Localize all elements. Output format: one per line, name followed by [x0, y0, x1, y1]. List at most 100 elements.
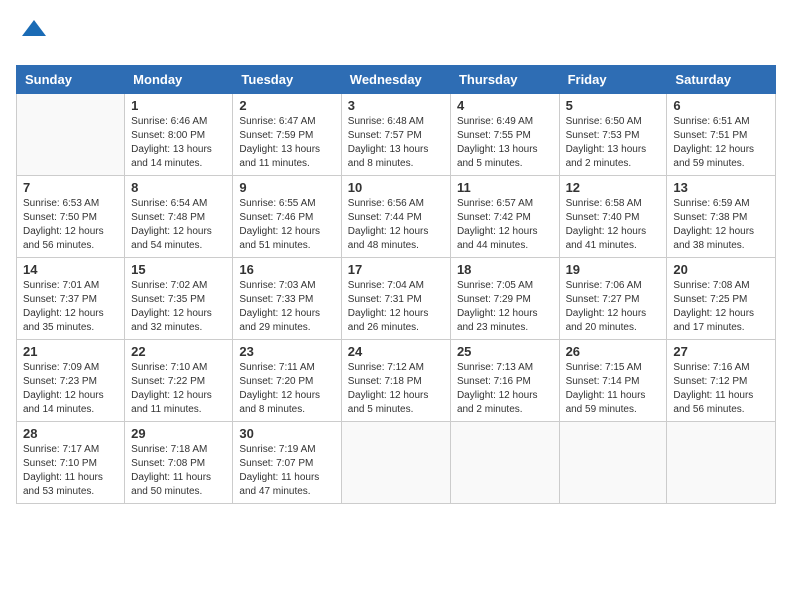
logo — [16, 16, 50, 53]
day-number: 7 — [23, 180, 118, 195]
calendar-cell: 5 Sunrise: 6:50 AM Sunset: 7:53 PM Daylig… — [559, 94, 667, 176]
day-info: Sunrise: 6:49 AM Sunset: 7:55 PM Dayligh… — [457, 115, 553, 171]
day-info: Sunrise: 7:17 AM Sunset: 7:10 PM Dayligh… — [23, 443, 118, 499]
calendar-cell: 6 Sunrise: 6:51 AM Sunset: 7:51 PM Daylig… — [667, 94, 776, 176]
day-number: 22 — [131, 344, 226, 359]
day-number: 2 — [239, 98, 334, 113]
calendar-cell — [667, 422, 776, 504]
calendar-cell: 16 Sunrise: 7:03 AM Sunset: 7:33 PM Dayli… — [233, 258, 341, 340]
day-number: 29 — [131, 426, 226, 441]
day-number: 15 — [131, 262, 226, 277]
day-number: 4 — [457, 98, 553, 113]
header-sunday: Sunday — [17, 66, 125, 94]
calendar-week-row: 28 Sunrise: 7:17 AM Sunset: 7:10 PM Dayli… — [17, 422, 776, 504]
day-info: Sunrise: 7:09 AM Sunset: 7:23 PM Dayligh… — [23, 361, 118, 417]
calendar-cell: 9 Sunrise: 6:55 AM Sunset: 7:46 PM Daylig… — [233, 176, 341, 258]
calendar-cell: 1 Sunrise: 6:46 AM Sunset: 8:00 PM Daylig… — [125, 94, 233, 176]
day-number: 27 — [673, 344, 769, 359]
calendar-cell: 29 Sunrise: 7:18 AM Sunset: 7:08 PM Dayli… — [125, 422, 233, 504]
calendar-table: SundayMondayTuesdayWednesdayThursdayFrid… — [16, 65, 776, 504]
day-info: Sunrise: 6:55 AM Sunset: 7:46 PM Dayligh… — [239, 197, 334, 253]
calendar-cell: 15 Sunrise: 7:02 AM Sunset: 7:35 PM Dayli… — [125, 258, 233, 340]
day-number: 25 — [457, 344, 553, 359]
day-number: 10 — [348, 180, 444, 195]
calendar-cell: 27Sunrise: 7:16 AM Sunset: 7:12 PM Dayli… — [667, 340, 776, 422]
calendar-week-row: 1 Sunrise: 6:46 AM Sunset: 8:00 PM Daylig… — [17, 94, 776, 176]
calendar-cell: 30 Sunrise: 7:19 AM Sunset: 7:07 PM Dayli… — [233, 422, 341, 504]
day-info: Sunrise: 7:19 AM Sunset: 7:07 PM Dayligh… — [239, 443, 334, 499]
calendar-cell: 20 Sunrise: 7:08 AM Sunset: 7:25 PM Dayli… — [667, 258, 776, 340]
header-monday: Monday — [125, 66, 233, 94]
day-info: Sunrise: 7:02 AM Sunset: 7:35 PM Dayligh… — [131, 279, 226, 335]
day-number: 16 — [239, 262, 334, 277]
calendar-cell: 19Sunrise: 7:06 AM Sunset: 7:27 PM Dayli… — [559, 258, 667, 340]
day-info: Sunrise: 6:51 AM Sunset: 7:51 PM Dayligh… — [673, 115, 769, 171]
day-number: 8 — [131, 180, 226, 195]
day-info: Sunrise: 7:18 AM Sunset: 7:08 PM Dayligh… — [131, 443, 226, 499]
day-number: 9 — [239, 180, 334, 195]
calendar-cell: 22 Sunrise: 7:10 AM Sunset: 7:22 PM Dayli… — [125, 340, 233, 422]
day-number: 3 — [348, 98, 444, 113]
day-number: 1 — [131, 98, 226, 113]
day-info: Sunrise: 6:57 AM Sunset: 7:42 PM Dayligh… — [457, 197, 553, 253]
calendar-cell: 2Sunrise: 6:47 AM Sunset: 7:59 PM Daylig… — [233, 94, 341, 176]
day-number: 20 — [673, 262, 769, 277]
day-number: 6 — [673, 98, 769, 113]
day-number: 26 — [566, 344, 661, 359]
day-number: 24 — [348, 344, 444, 359]
calendar-cell: 23Sunrise: 7:11 AM Sunset: 7:20 PM Dayli… — [233, 340, 341, 422]
day-number: 12 — [566, 180, 661, 195]
calendar-cell: 13 Sunrise: 6:59 AM Sunset: 7:38 PM Dayli… — [667, 176, 776, 258]
day-info: Sunrise: 7:10 AM Sunset: 7:22 PM Dayligh… — [131, 361, 226, 417]
calendar-cell: 18Sunrise: 7:05 AM Sunset: 7:29 PM Dayli… — [450, 258, 559, 340]
day-info: Sunrise: 7:06 AM Sunset: 7:27 PM Dayligh… — [566, 279, 661, 335]
day-info: Sunrise: 7:08 AM Sunset: 7:25 PM Dayligh… — [673, 279, 769, 335]
header-tuesday: Tuesday — [233, 66, 341, 94]
calendar-cell: 10 Sunrise: 6:56 AM Sunset: 7:44 PM Dayli… — [341, 176, 450, 258]
calendar-cell: 28 Sunrise: 7:17 AM Sunset: 7:10 PM Dayli… — [17, 422, 125, 504]
calendar-cell: 21 Sunrise: 7:09 AM Sunset: 7:23 PM Dayli… — [17, 340, 125, 422]
day-info: Sunrise: 7:15 AM Sunset: 7:14 PM Dayligh… — [566, 361, 661, 417]
day-info: Sunrise: 6:50 AM Sunset: 7:53 PM Dayligh… — [566, 115, 661, 171]
calendar-cell — [341, 422, 450, 504]
header-wednesday: Wednesday — [341, 66, 450, 94]
day-number: 28 — [23, 426, 118, 441]
day-info: Sunrise: 7:12 AM Sunset: 7:18 PM Dayligh… — [348, 361, 444, 417]
header-saturday: Saturday — [667, 66, 776, 94]
calendar-cell: 11Sunrise: 6:57 AM Sunset: 7:42 PM Dayli… — [450, 176, 559, 258]
page-header — [16, 16, 776, 53]
day-number: 13 — [673, 180, 769, 195]
day-number: 30 — [239, 426, 334, 441]
calendar-cell — [450, 422, 559, 504]
header-thursday: Thursday — [450, 66, 559, 94]
day-number: 14 — [23, 262, 118, 277]
day-info: Sunrise: 7:03 AM Sunset: 7:33 PM Dayligh… — [239, 279, 334, 335]
day-info: Sunrise: 6:54 AM Sunset: 7:48 PM Dayligh… — [131, 197, 226, 253]
header-friday: Friday — [559, 66, 667, 94]
calendar-cell — [559, 422, 667, 504]
day-info: Sunrise: 6:48 AM Sunset: 7:57 PM Dayligh… — [348, 115, 444, 171]
calendar-cell: 25 Sunrise: 7:13 AM Sunset: 7:16 PM Dayli… — [450, 340, 559, 422]
calendar-cell: 12 Sunrise: 6:58 AM Sunset: 7:40 PM Dayli… — [559, 176, 667, 258]
day-number: 23 — [239, 344, 334, 359]
calendar-cell: 14 Sunrise: 7:01 AM Sunset: 7:37 PM Dayli… — [17, 258, 125, 340]
calendar-cell: 4 Sunrise: 6:49 AM Sunset: 7:55 PM Daylig… — [450, 94, 559, 176]
day-number: 21 — [23, 344, 118, 359]
calendar-cell — [17, 94, 125, 176]
day-info: Sunrise: 7:13 AM Sunset: 7:16 PM Dayligh… — [457, 361, 553, 417]
calendar-week-row: 14 Sunrise: 7:01 AM Sunset: 7:37 PM Dayli… — [17, 258, 776, 340]
day-number: 5 — [566, 98, 661, 113]
calendar-cell: 8 Sunrise: 6:54 AM Sunset: 7:48 PM Daylig… — [125, 176, 233, 258]
calendar-week-row: 7 Sunrise: 6:53 AM Sunset: 7:50 PM Daylig… — [17, 176, 776, 258]
day-info: Sunrise: 6:46 AM Sunset: 8:00 PM Dayligh… — [131, 115, 226, 171]
day-number: 17 — [348, 262, 444, 277]
day-info: Sunrise: 6:59 AM Sunset: 7:38 PM Dayligh… — [673, 197, 769, 253]
calendar-header-row: SundayMondayTuesdayWednesdayThursdayFrid… — [17, 66, 776, 94]
day-info: Sunrise: 6:58 AM Sunset: 7:40 PM Dayligh… — [566, 197, 661, 253]
calendar-week-row: 21 Sunrise: 7:09 AM Sunset: 7:23 PM Dayli… — [17, 340, 776, 422]
day-info: Sunrise: 7:01 AM Sunset: 7:37 PM Dayligh… — [23, 279, 118, 335]
day-info: Sunrise: 6:56 AM Sunset: 7:44 PM Dayligh… — [348, 197, 444, 253]
day-info: Sunrise: 7:05 AM Sunset: 7:29 PM Dayligh… — [457, 279, 553, 335]
day-info: Sunrise: 6:53 AM Sunset: 7:50 PM Dayligh… — [23, 197, 118, 253]
day-info: Sunrise: 7:04 AM Sunset: 7:31 PM Dayligh… — [348, 279, 444, 335]
